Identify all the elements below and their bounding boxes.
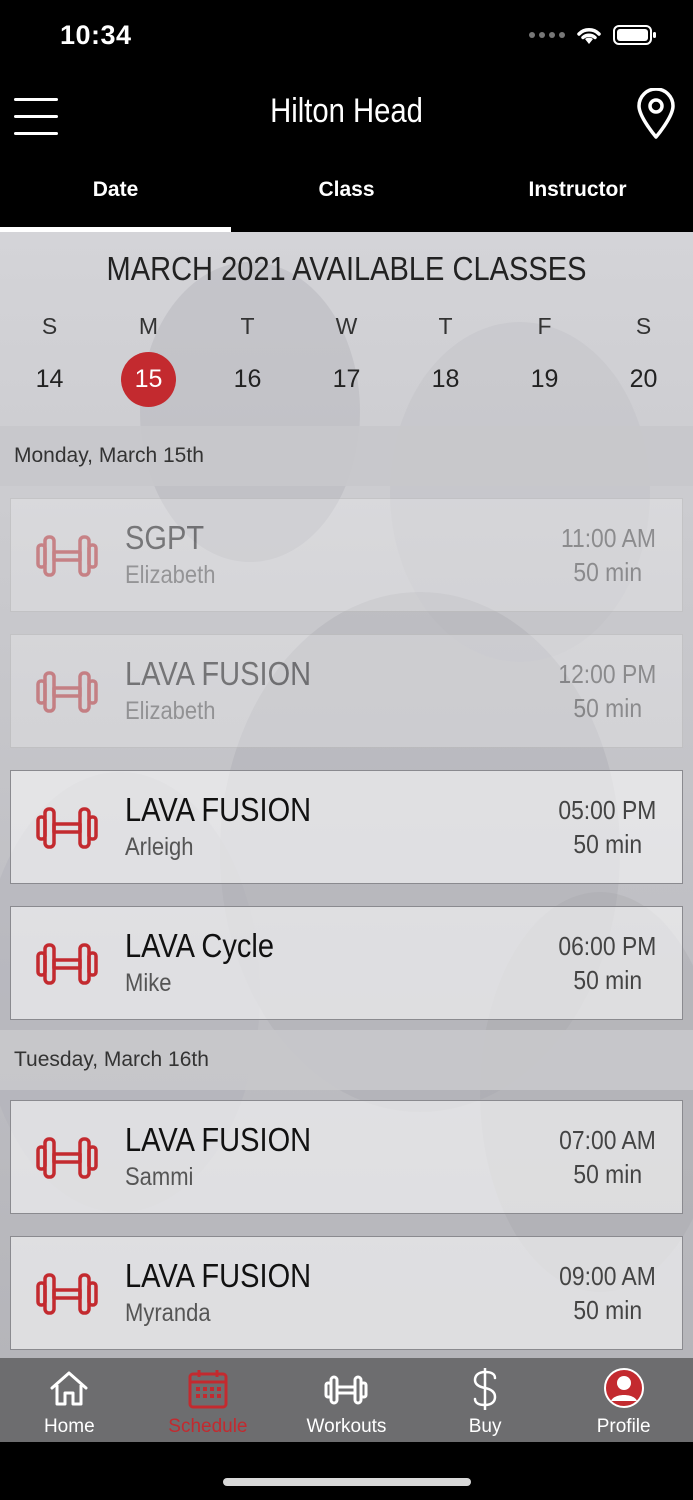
date-18[interactable]: 18 (418, 352, 473, 407)
class-card[interactable]: SGPT Elizabeth 11:00 AM 50 min (10, 498, 683, 612)
weekday-row: S M T W T F S (0, 306, 693, 346)
status-time: 10:34 (60, 20, 132, 50)
class-duration: 50 min (573, 965, 642, 995)
location-button[interactable] (635, 87, 677, 140)
dumbbell-icon (36, 1137, 98, 1179)
tabbar-label: Buy (468, 1416, 502, 1437)
class-name: SGPT (125, 519, 205, 556)
tabbar-label: Profile (596, 1416, 651, 1437)
class-time: 12:00 PM (558, 659, 656, 689)
dumbbell-icon (36, 1273, 98, 1315)
weekday-label: M (138, 313, 159, 339)
schedule-content[interactable]: MARCH 2021 AVAILABLE CLASSES S M T W T F… (0, 232, 693, 1358)
dollar-icon (473, 1368, 497, 1410)
calendar-title: MARCH 2021 AVAILABLE CLASSES (106, 250, 587, 287)
map-pin-icon (637, 87, 675, 139)
dumbbell-icon (36, 535, 98, 577)
class-card[interactable]: LAVA Cycle Mike 06:00 PM 50 min (10, 906, 683, 1020)
tabbar-label: Schedule (168, 1416, 248, 1437)
class-duration: 50 min (573, 557, 642, 587)
class-duration: 50 min (573, 1295, 642, 1325)
dumbbell-icon (36, 807, 98, 849)
dumbbell-icon (36, 671, 98, 713)
class-duration: 50 min (573, 829, 642, 859)
date-row: 14 15 16 17 18 19 20 (0, 346, 693, 412)
app-header: Hilton Head (0, 76, 693, 154)
class-time: 11:00 AM (561, 523, 656, 553)
home-indicator[interactable] (223, 1478, 471, 1486)
weekday-label: F (537, 313, 552, 339)
wifi-icon (577, 28, 601, 44)
class-instructor: Myranda (125, 1299, 211, 1327)
class-card[interactable]: LAVA FUSION Elizabeth 12:00 PM 50 min (10, 634, 683, 748)
date-19[interactable]: 19 (517, 352, 572, 407)
profile-icon (603, 1368, 644, 1408)
weekday-label: T (240, 313, 255, 339)
page-title: Hilton Head (270, 92, 423, 130)
tabbar-schedule[interactable]: Schedule (139, 1358, 278, 1442)
class-card[interactable]: LAVA FUSION Myranda 09:00 AM 50 min (10, 1236, 683, 1350)
schedule-tabs: Date Class Instructor (0, 154, 693, 232)
tab-class[interactable]: Class (231, 154, 462, 232)
tabbar-label: Home (43, 1416, 95, 1437)
tab-date[interactable]: Date (0, 154, 231, 232)
class-card[interactable]: LAVA FUSION Arleigh 05:00 PM 50 min (10, 770, 683, 884)
dumbbell-icon (324, 1375, 368, 1405)
class-instructor: Elizabeth (125, 561, 216, 589)
status-icons (529, 24, 657, 46)
weekday-label: S (41, 313, 58, 339)
class-duration: 50 min (573, 693, 642, 723)
weekday-label: T (438, 313, 453, 339)
class-time: 07:00 AM (559, 1125, 656, 1155)
class-instructor: Mike (125, 969, 172, 997)
weekday-label: S (635, 313, 652, 339)
class-time: 05:00 PM (558, 795, 656, 825)
home-indicator-area (0, 1442, 693, 1500)
tab-instructor[interactable]: Instructor (462, 154, 693, 232)
tabbar-label: Workouts (306, 1416, 387, 1437)
class-time: 06:00 PM (558, 931, 656, 961)
date-15-selected[interactable]: 15 (121, 351, 176, 407)
tabbar-home[interactable]: Home (0, 1358, 139, 1442)
cellular-signal-icon (529, 32, 565, 38)
class-duration: 50 min (573, 1159, 642, 1189)
date-14[interactable]: 14 (22, 352, 77, 407)
date-17[interactable]: 17 (319, 352, 374, 407)
class-instructor: Sammi (125, 1163, 194, 1191)
tabbar-workouts[interactable]: Workouts (277, 1358, 416, 1442)
date-20[interactable]: 20 (616, 352, 671, 407)
class-card[interactable]: LAVA FUSION Sammi 07:00 AM 50 min (10, 1100, 683, 1214)
day-section-header: Tuesday, March 16th (0, 1030, 693, 1090)
dumbbell-icon (36, 943, 98, 985)
battery-icon (613, 25, 656, 45)
class-instructor: Arleigh (125, 833, 194, 861)
class-time: 09:00 AM (559, 1261, 656, 1291)
class-name: LAVA Cycle (125, 927, 275, 964)
tabbar-profile[interactable]: Profile (554, 1358, 693, 1442)
tabbar-buy[interactable]: Buy (416, 1358, 555, 1442)
home-icon (50, 1371, 88, 1406)
date-16[interactable]: 16 (220, 352, 275, 407)
class-name: LAVA FUSION (125, 655, 312, 692)
bottom-tab-bar: Home Schedule Workouts Buy Profile (0, 1358, 693, 1442)
status-bar: 10:34 (0, 0, 693, 76)
day-section-header: Monday, March 15th (0, 426, 693, 486)
class-name: LAVA FUSION (125, 1121, 312, 1158)
calendar-icon (188, 1370, 228, 1409)
weekday-label: W (335, 313, 358, 339)
class-name: LAVA FUSION (125, 1257, 312, 1294)
class-name: LAVA FUSION (125, 791, 312, 828)
class-instructor: Elizabeth (125, 697, 216, 725)
